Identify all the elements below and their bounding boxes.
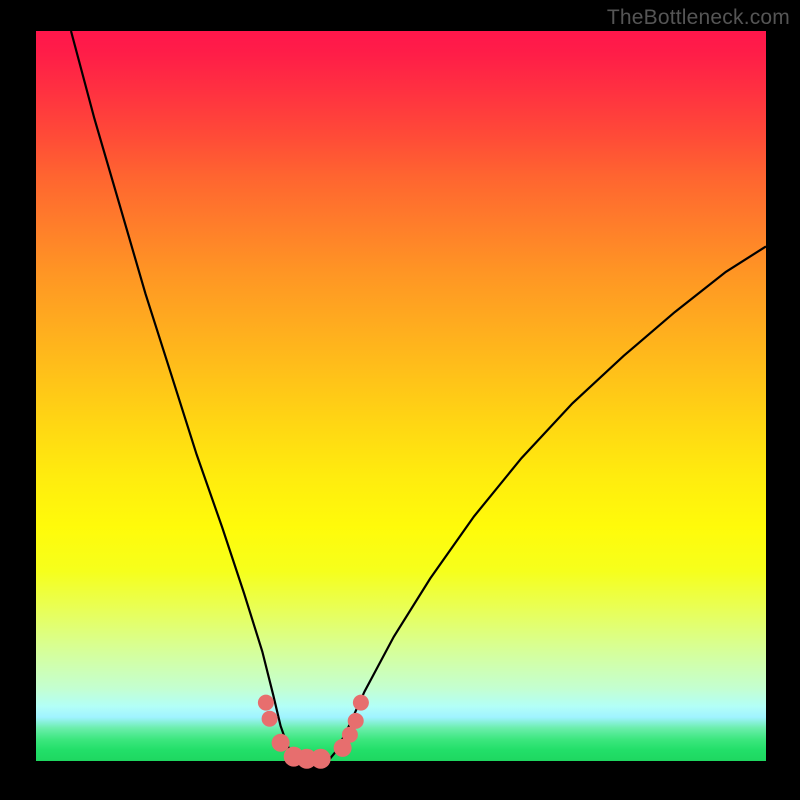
marker-dot <box>348 713 364 729</box>
marker-dot <box>272 734 290 752</box>
marker-dot <box>311 749 331 769</box>
marker-dot <box>262 711 278 727</box>
trough-markers <box>258 695 369 769</box>
chart-frame: TheBottleneck.com <box>0 0 800 800</box>
plot-area <box>36 31 766 761</box>
right-curve <box>328 246 766 761</box>
watermark-label: TheBottleneck.com <box>607 6 790 30</box>
marker-dot <box>258 695 274 711</box>
curve-overlay <box>36 31 766 761</box>
marker-dot <box>342 727 358 743</box>
marker-dot <box>353 695 369 711</box>
left-curve <box>71 31 299 761</box>
